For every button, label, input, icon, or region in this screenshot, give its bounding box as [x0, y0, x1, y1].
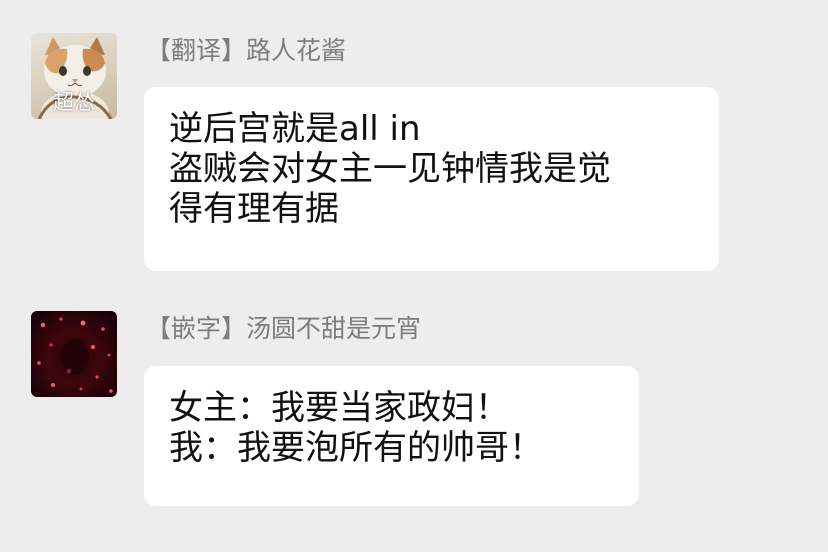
avatar-caption: 超怂: [53, 90, 95, 114]
message-line: 我：我要泡所有的帅哥！: [169, 428, 543, 468]
chat-message: 超怂 【翻译】路人花酱 逆后宫就是all in 盗贼会对女主一见钟情我是觉 得有…: [0, 0, 828, 280]
red-lights-avatar-art: [37, 317, 113, 393]
sender-name: 【翻译】路人花酱: [146, 36, 347, 65]
chat-message: 【嵌字】汤圆不甜是元宵 女主：我要当家政妇！ 我：我要泡所有的帅哥！: [0, 280, 828, 552]
message-line: 盗贼会对女主一见钟情我是觉: [169, 149, 611, 189]
message-line: 逆后宫就是all in: [169, 109, 421, 149]
message-line: 女主：我要当家政妇！: [169, 388, 509, 428]
sender-name: 【嵌字】汤圆不甜是元宵: [146, 314, 422, 343]
message-line: 得有理有据: [169, 189, 339, 229]
cat-avatar-icon[interactable]: 超怂: [31, 33, 117, 119]
message-bubble[interactable]: 女主：我要当家政妇！ 我：我要泡所有的帅哥！: [144, 366, 639, 506]
message-bubble[interactable]: 逆后宫就是all in 盗贼会对女主一见钟情我是觉 得有理有据: [144, 87, 719, 271]
dark-red-lights-avatar-icon[interactable]: [31, 311, 117, 397]
